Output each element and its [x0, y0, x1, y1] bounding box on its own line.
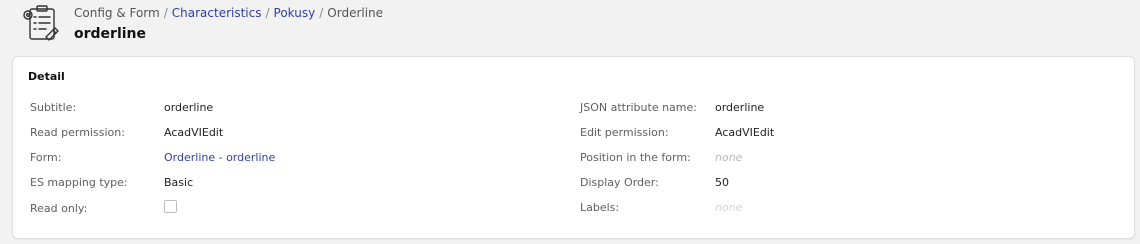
- read-only-label: Read only:: [30, 202, 88, 215]
- labels-value: none: [715, 201, 743, 214]
- breadcrumb-separator: /: [163, 6, 168, 20]
- labels-label: Labels:: [580, 201, 620, 214]
- es-mapping-type-label: ES mapping type:: [30, 176, 128, 189]
- breadcrumb-separator: /: [265, 6, 270, 20]
- page-header: Config & Form / Characteristics / Pokusy / Ord…: [0, 0, 1140, 56]
- breadcrumb-characteristics-link[interactable]: Characteristics: [172, 6, 262, 20]
- detail-card: Detail Subtitle: orderline Read permissi…: [12, 56, 1135, 239]
- breadcrumb-pokusy-link[interactable]: Pokusy: [274, 6, 316, 20]
- position-in-form-label: Position in the form:: [580, 151, 691, 164]
- breadcrumb-current: Orderline: [327, 6, 384, 20]
- display-order-label: Display Order:: [580, 176, 659, 189]
- detail-card-title: Detail: [28, 70, 65, 83]
- read-permission-label: Read permission:: [30, 126, 125, 139]
- edit-permission-label: Edit permission:: [580, 126, 669, 139]
- read-permission-value: AcadVIEdit: [164, 126, 224, 139]
- subtitle-label: Subtitle:: [30, 101, 77, 114]
- form-label: Form:: [30, 151, 62, 164]
- form-settings-icon: [22, 3, 62, 43]
- breadcrumb-root: Config & Form: [74, 6, 160, 20]
- json-attribute-name-value: orderline: [715, 101, 765, 114]
- subtitle-value: orderline: [164, 101, 214, 114]
- breadcrumb: Config & Form / Characteristics / Pokusy / Ord…: [74, 6, 383, 20]
- display-order-value: 50: [715, 176, 729, 189]
- es-mapping-type-value: Basic: [164, 176, 194, 189]
- json-attribute-name-label: JSON attribute name:: [580, 101, 697, 114]
- edit-permission-value: AcadVIEdit: [715, 126, 775, 139]
- page-title: orderline: [74, 26, 147, 42]
- form-link[interactable]: Orderline - orderline: [164, 151, 275, 164]
- read-only-checkbox[interactable]: [164, 200, 177, 213]
- breadcrumb-separator: /: [319, 6, 324, 20]
- position-in-form-value: none: [715, 151, 743, 164]
